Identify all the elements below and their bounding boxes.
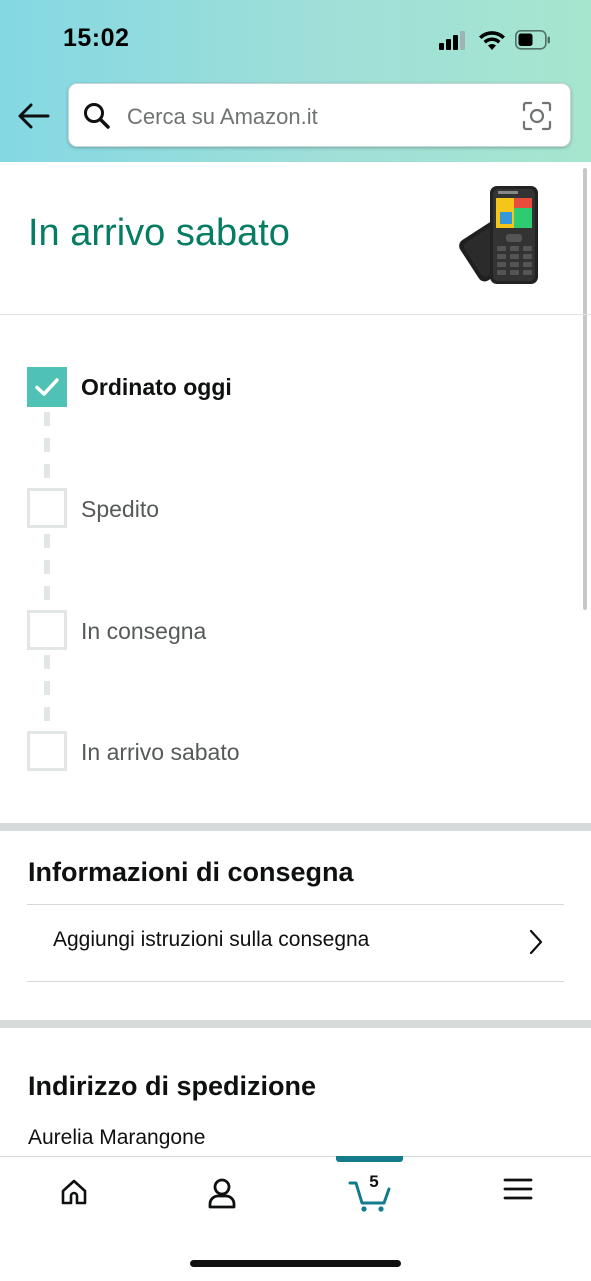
scrollbar[interactable] — [583, 168, 587, 610]
status-time: 15:02 — [63, 24, 130, 52]
status-icons — [439, 28, 551, 52]
section-separator — [0, 823, 591, 831]
step-arriving-label: In arrivo sabato — [81, 739, 240, 765]
mobile-phone-product-image[interactable] — [458, 182, 550, 293]
step-in-delivery-label: In consegna — [81, 618, 207, 644]
user-icon — [208, 1178, 236, 1209]
tab-home[interactable] — [0, 1157, 148, 1233]
search-input[interactable] — [125, 98, 509, 136]
home-icon — [61, 1179, 87, 1205]
cart-count-badge: 5 — [369, 1172, 379, 1191]
step-shipped-checkbox — [27, 488, 67, 528]
wifi-icon — [479, 31, 505, 50]
shipping-address-title: Indirizzo di spedizione — [28, 1071, 317, 1101]
tab-account[interactable] — [148, 1157, 296, 1233]
step-arriving-checkbox — [27, 731, 67, 771]
search-bar[interactable] — [68, 83, 571, 147]
timeline-connector — [44, 464, 50, 478]
timeline-connector — [44, 438, 50, 452]
section-separator — [0, 1020, 591, 1028]
search-icon — [84, 103, 110, 129]
timeline-connector — [44, 707, 50, 721]
timeline-connector — [44, 586, 50, 600]
active-tab-indicator — [336, 1156, 403, 1162]
tab-menu[interactable] — [444, 1157, 591, 1233]
step-shipped-label: Spedito — [81, 496, 160, 522]
divider — [0, 314, 591, 315]
timeline-connector — [44, 412, 50, 426]
delivery-info-title: Informazioni di consegna — [28, 857, 354, 887]
add-delivery-instructions-link[interactable]: Aggiungi istruzioni sulla consegna — [27, 906, 564, 980]
add-delivery-instructions-label: Aggiungi istruzioni sulla consegna — [53, 928, 370, 951]
step-in-delivery-checkbox — [27, 610, 67, 650]
tab-cart[interactable] — [296, 1157, 444, 1233]
timeline-connector — [44, 560, 50, 574]
timeline-connector — [44, 534, 50, 548]
battery-icon — [515, 30, 550, 50]
cellular-signal-icon — [439, 31, 465, 50]
delivery-status-title: In arrivo sabato — [28, 212, 290, 254]
home-indicator[interactable] — [190, 1260, 401, 1267]
chevron-right-icon — [529, 929, 543, 955]
camera-scan-icon[interactable] — [522, 101, 552, 131]
timeline-connector — [44, 681, 50, 695]
divider — [27, 981, 564, 982]
divider — [27, 904, 564, 905]
recipient-name: Aurelia Marangone — [28, 1126, 206, 1149]
step-ordered-checkbox — [27, 367, 67, 407]
arrow-left-icon — [18, 103, 50, 129]
timeline-connector — [44, 655, 50, 669]
step-ordered-label: Ordinato oggi — [81, 374, 232, 400]
checkmark-icon — [35, 378, 59, 396]
top-header: 15:02 — [0, 0, 591, 162]
hamburger-menu-icon — [503, 1178, 533, 1200]
back-button[interactable] — [16, 100, 52, 132]
